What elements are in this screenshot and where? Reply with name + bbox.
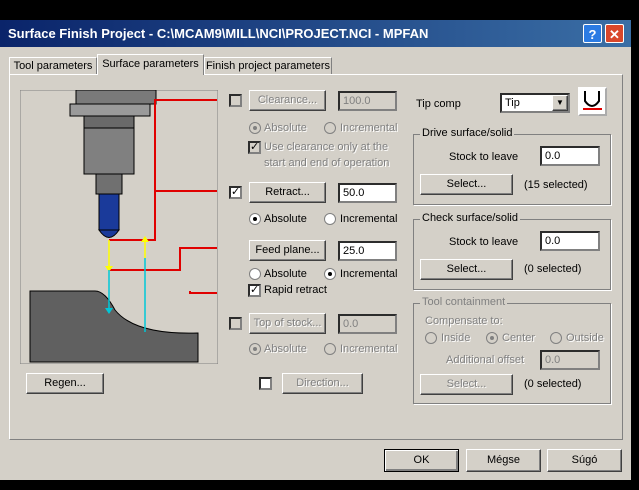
spindle-top: [75, 90, 157, 105]
top-of-stock-absolute-label: Absolute: [264, 343, 307, 355]
tab-tool-parameters[interactable]: Tool parameters: [9, 57, 97, 74]
tool-collar: [95, 173, 123, 195]
retract-absolute-radio[interactable]: [249, 213, 261, 225]
drive-stock-field[interactable]: 0.0: [540, 146, 600, 166]
top-of-stock-incremental-label: Incremental: [340, 343, 398, 355]
check-selected-count: (0 selected): [524, 263, 582, 275]
containment-outside-radio[interactable]: [550, 332, 562, 344]
top-of-stock-button[interactable]: Top of stock...: [249, 313, 326, 334]
clearance-incremental-label: Incremental: [340, 122, 398, 134]
retract-checkbox[interactable]: ✓: [229, 186, 242, 199]
drive-select-button[interactable]: Select...: [420, 174, 513, 195]
top-of-stock-absolute-radio[interactable]: [249, 343, 261, 355]
containment-offset-label: Additional offset: [446, 354, 525, 366]
drive-stock-label: Stock to leave: [449, 151, 519, 163]
rapid-retract-checkbox[interactable]: ✓: [248, 284, 261, 297]
top-of-stock-checkbox[interactable]: [229, 317, 242, 330]
regen-button[interactable]: Regen...: [26, 373, 104, 394]
tip-comp-icon: [578, 87, 607, 116]
retract-button[interactable]: Retract...: [249, 182, 326, 203]
title-bar: Surface Finish Project - C:\MCAM9\MILL\N…: [0, 20, 631, 47]
tool-holder-neck: [83, 115, 135, 129]
tip-comp-dropdown-arrow[interactable]: ▼: [552, 95, 568, 111]
clearance-checkbox[interactable]: [229, 94, 242, 107]
feed-plane-value-field[interactable]: 25.0: [338, 241, 397, 261]
clearance-value-field[interactable]: 100.0: [338, 91, 397, 111]
containment-inside-radio[interactable]: [425, 332, 437, 344]
containment-select-button[interactable]: Select...: [420, 374, 513, 395]
direction-button[interactable]: Direction...: [282, 373, 363, 394]
feed-plane-incremental-label: Incremental: [340, 268, 398, 280]
clearance-absolute-radio[interactable]: [249, 122, 261, 134]
tab-finish-project-parameters[interactable]: Finish project parameters: [204, 57, 332, 74]
cancel-button[interactable]: Mégse: [466, 449, 541, 472]
direction-checkbox[interactable]: [259, 377, 272, 390]
dialog-body: Tool parameters Surface parameters Finis…: [0, 47, 631, 480]
retract-diagram: [20, 90, 218, 364]
check-stock-field[interactable]: 0.0: [540, 231, 600, 251]
containment-center-label: Center: [502, 332, 536, 344]
end-mill-flutes: [98, 193, 120, 231]
containment-compensate-label: Compensate to:: [425, 315, 503, 327]
check-group-title: Check surface/solid: [420, 212, 520, 224]
drive-selected-count: (15 selected): [524, 179, 588, 191]
containment-group-title: Tool containment: [420, 296, 508, 308]
help-button[interactable]: ?: [583, 24, 602, 43]
containment-center-radio[interactable]: [486, 332, 498, 344]
retract-absolute-label: Absolute: [264, 213, 307, 225]
drive-group-title: Drive surface/solid: [420, 127, 515, 139]
retract-incremental-radio[interactable]: [324, 213, 336, 225]
clearance-use-only-label-2: start and end of operation: [264, 157, 390, 169]
tip-comp-value: Tip: [505, 97, 520, 109]
tab-surface-parameters[interactable]: Surface parameters: [97, 54, 204, 75]
close-button[interactable]: ✕: [605, 24, 624, 43]
rapid-retract-label: Rapid retract: [264, 284, 327, 296]
top-of-stock-incremental-radio[interactable]: [324, 343, 336, 355]
containment-offset-field[interactable]: 0.0: [540, 350, 600, 370]
ball-tip-icon: [583, 91, 602, 110]
clearance-use-only-checkbox[interactable]: ✓: [248, 141, 261, 154]
tool-holder-body: [83, 127, 135, 175]
clearance-use-only-label: Use clearance only at the: [264, 141, 389, 153]
help-footer-button[interactable]: Súgó: [547, 449, 622, 472]
feed-plane-button[interactable]: Feed plane...: [249, 240, 326, 261]
containment-inside-label: Inside: [441, 332, 471, 344]
containment-outside-label: Outside: [566, 332, 604, 344]
spindle-flange: [69, 103, 151, 117]
retract-incremental-label: Incremental: [340, 213, 398, 225]
top-of-stock-value-field[interactable]: 0.0: [338, 314, 397, 334]
window-title: Surface Finish Project - C:\MCAM9\MILL\N…: [8, 26, 429, 41]
background-edge: [631, 20, 639, 490]
tip-comp-label: Tip comp: [416, 98, 461, 110]
ok-button[interactable]: OK: [384, 449, 459, 472]
feed-plane-incremental-radio[interactable]: [324, 268, 336, 280]
containment-selected-count: (0 selected): [524, 378, 582, 390]
clearance-button[interactable]: Clearance...: [249, 90, 326, 111]
feed-plane-absolute-label: Absolute: [264, 268, 307, 280]
check-stock-label: Stock to leave: [449, 236, 519, 248]
feed-plane-absolute-radio[interactable]: [249, 268, 261, 280]
clearance-incremental-radio[interactable]: [324, 122, 336, 134]
retract-value-field[interactable]: 50.0: [338, 183, 397, 203]
clearance-absolute-label: Absolute: [264, 122, 307, 134]
check-select-button[interactable]: Select...: [420, 259, 513, 280]
